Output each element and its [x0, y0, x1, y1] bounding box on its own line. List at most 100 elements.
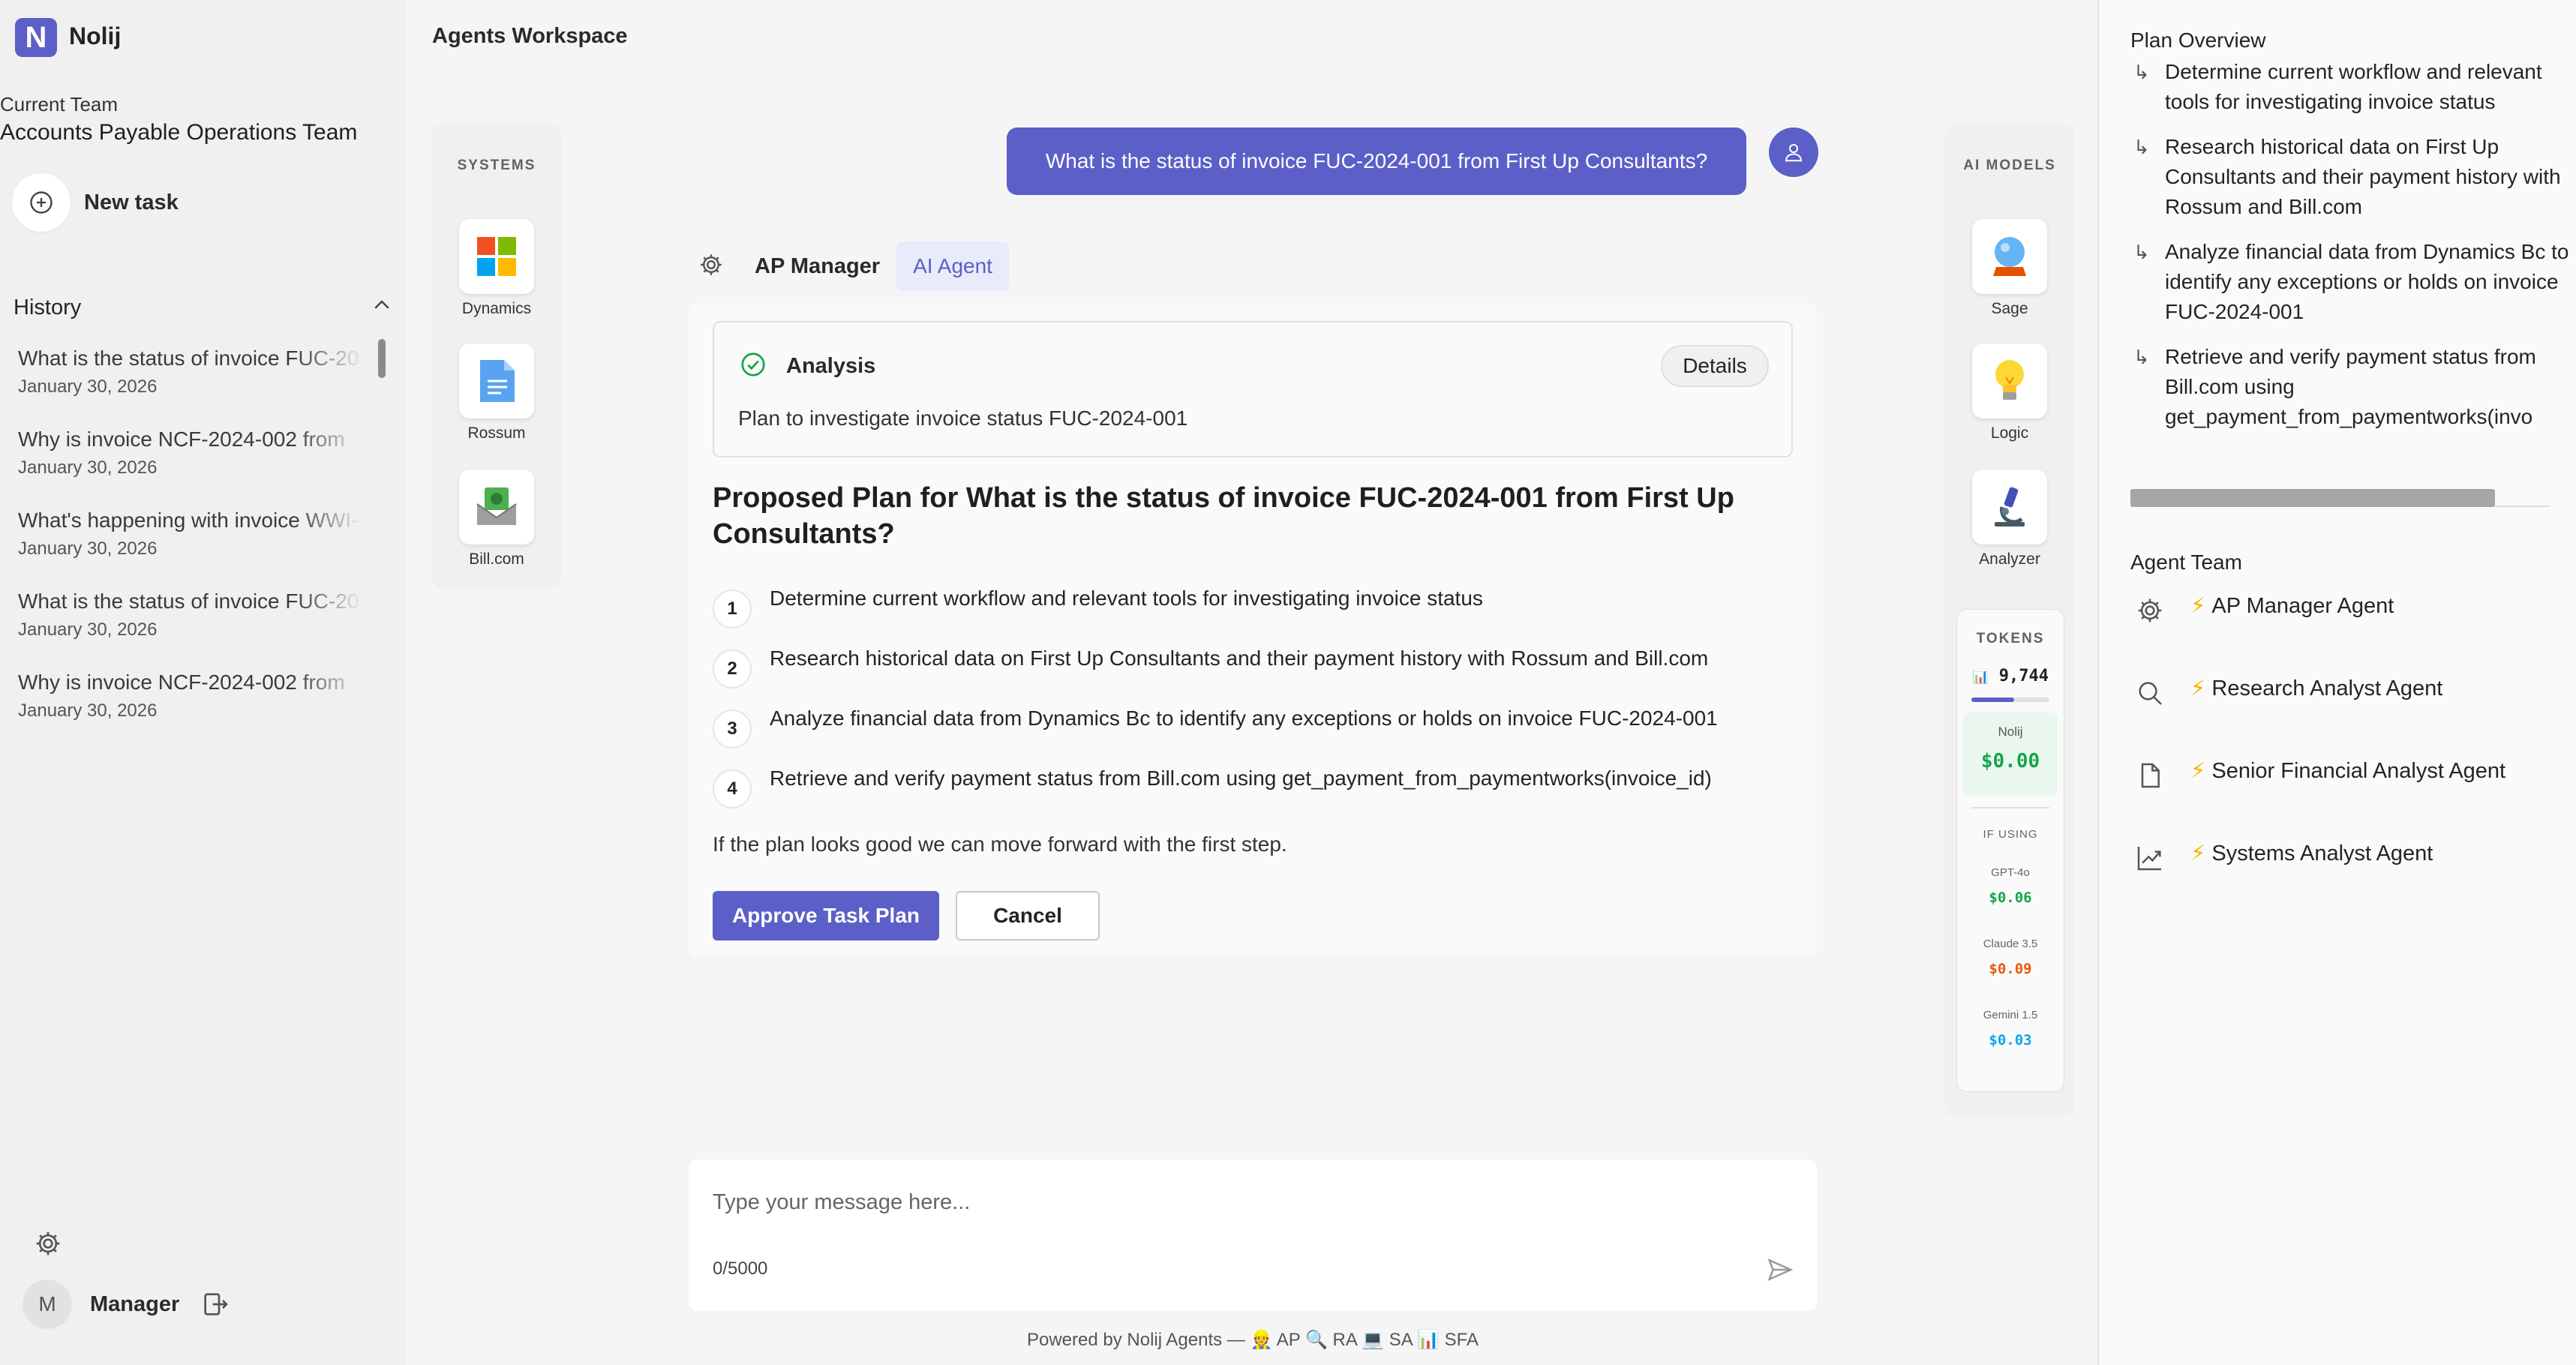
add-circle-icon[interactable]: [12, 173, 71, 232]
plan-overview-list: ↳ Determine current workflow and relevan…: [2130, 57, 2576, 447]
alt-model-cost: $0.09: [1989, 961, 2032, 977]
lightning-icon: ⚡: [2190, 594, 2206, 618]
plan-overview-text: Retrieve and verify payment status from …: [2165, 345, 2536, 428]
plan-overview-text: Analyze financial data from Dynamics Bc …: [2165, 240, 2569, 323]
history-item[interactable]: Why is invoice NCF-2024-002 from January…: [0, 428, 371, 508]
avatar[interactable]: M: [23, 1280, 72, 1329]
system-rossum[interactable]: Rossum: [459, 344, 534, 442]
alt-model-cost: $0.06: [1989, 890, 2032, 906]
return-arrow-icon: ↳: [2133, 61, 2150, 83]
crystal-ball-icon: [1972, 219, 2047, 294]
new-task-button[interactable]: New task: [12, 172, 179, 232]
nolij-cost-box: Nolij $0.00: [1963, 712, 2058, 796]
history-scrollbar[interactable]: [378, 339, 386, 378]
chevron-up-icon[interactable]: [369, 294, 395, 316]
systems-panel: SYSTEMS Dynamics Rossum Bill.com: [432, 124, 561, 588]
agent-name: Senior Financial Analyst Agent: [2211, 759, 2506, 783]
plan-overview-item[interactable]: ↳ Research historical data on First Up C…: [2130, 132, 2576, 222]
agent-team-member[interactable]: ⚡ Senior Financial Analyst Agent: [2135, 750, 2570, 832]
step-text: Determine current workflow and relevant …: [770, 586, 1483, 610]
alt-model-name: Gemini 1.5: [1983, 1009, 2038, 1022]
details-button[interactable]: Details: [1661, 345, 1769, 387]
page-title: Agents Workspace: [432, 24, 628, 48]
ai-agent-badge: AI Agent: [896, 242, 1009, 291]
alt-model-name: GPT-4o: [1991, 866, 2030, 879]
tokens-caption: TOKENS: [1976, 631, 2045, 646]
alt-model-name: Claude 3.5: [1983, 938, 2038, 950]
alt-model-claude: Claude 3.5 $0.09: [1957, 938, 2064, 977]
analysis-text: Plan to investigate invoice status FUC-2…: [738, 406, 1188, 430]
history-item[interactable]: What is the status of invoice FUC-2024-0…: [0, 346, 371, 428]
system-dynamics[interactable]: Dynamics: [459, 219, 534, 318]
agent-team-member[interactable]: ⚡ Research Analyst Agent: [2135, 668, 2570, 750]
user-name: Manager: [90, 1292, 180, 1316]
step-number: 4: [713, 770, 752, 808]
step-text: Analyze financial data from Dynamics Bc …: [770, 706, 1718, 730]
agent-team-member[interactable]: ⚡ AP Manager Agent: [2135, 585, 2570, 668]
system-billcom[interactable]: Bill.com: [459, 470, 534, 568]
plan-overview-item[interactable]: ↳ Retrieve and verify payment status fro…: [2130, 342, 2576, 432]
history-date: January 30, 2026: [18, 620, 158, 640]
plan-heading: Proposed Plan for What is the status of …: [713, 482, 1734, 550]
system-label: Rossum: [467, 424, 526, 442]
agent-team-list: ⚡ AP Manager Agent ⚡ Research Analyst Agen…: [2135, 585, 2570, 915]
return-arrow-icon: ↳: [2133, 241, 2150, 263]
money-envelope-icon: [459, 470, 534, 544]
plan-step: 2 Research historical data on First Up C…: [713, 644, 1808, 704]
history-item[interactable]: What is the status of invoice FUC-2024-0…: [0, 590, 371, 670]
message-input[interactable]: [713, 1185, 1688, 1220]
tokens-progress: [1971, 698, 2049, 702]
settings-gear-icon[interactable]: [33, 1228, 63, 1258]
nolij-label: Nolij: [1998, 724, 2023, 739]
history-item[interactable]: What's happening with invoice WWI- Janua…: [0, 508, 371, 590]
step-text: Retrieve and verify payment status from …: [770, 766, 1712, 790]
plan-overview-item[interactable]: ↳ Determine current workflow and relevan…: [2130, 57, 2576, 117]
search-icon: [2135, 678, 2165, 708]
analysis-box: [713, 321, 1793, 458]
cancel-button[interactable]: Cancel: [956, 891, 1100, 940]
logout-icon[interactable]: [200, 1289, 230, 1319]
tokens-progress-fill: [1971, 698, 2015, 702]
send-icon[interactable]: [1766, 1256, 1794, 1284]
check-circle-icon: [740, 351, 767, 378]
history-question: What is the status of invoice FUC-2024-0…: [18, 590, 363, 613]
return-arrow-icon: ↳: [2133, 346, 2150, 368]
alt-model-cost: $0.03: [1989, 1032, 2032, 1048]
lightbulb-icon: [1972, 344, 2047, 418]
user-avatar-icon[interactable]: [1769, 128, 1818, 177]
message-composer: [689, 1160, 1817, 1311]
step-number: 2: [713, 650, 752, 688]
tokens-card: TOKENS 📊 9,744 Nolij $0.00 IF USING GPT-…: [1956, 609, 2064, 1092]
history-item[interactable]: Why is invoice NCF-2024-002 from January…: [0, 670, 371, 752]
history-question: Why is invoice NCF-2024-002 from: [18, 428, 345, 451]
agent-team-member[interactable]: ⚡ Systems Analyst Agent: [2135, 832, 2570, 915]
logo-letter: N: [25, 20, 47, 54]
plan-overview-scrollbar[interactable]: [2130, 489, 2495, 507]
microscope-icon: [1972, 470, 2047, 544]
model-sage[interactable]: Sage: [1972, 219, 2047, 318]
plan-footer-text: If the plan looks good we can move forwa…: [713, 832, 1287, 856]
history-question: What is the status of invoice FUC-2024-0…: [18, 346, 363, 370]
plan-step: 1 Determine current workflow and relevan…: [713, 584, 1808, 644]
plan-overview-item[interactable]: ↳ Analyze financial data from Dynamics B…: [2130, 237, 2576, 327]
plan-overview-text: Research historical data on First Up Con…: [2165, 135, 2561, 218]
lightning-icon: ⚡: [2190, 842, 2206, 866]
avatar-initial: M: [38, 1292, 56, 1316]
nolij-cost: $0.00: [1980, 750, 2040, 772]
lightning-icon: ⚡: [2190, 759, 2206, 783]
model-analyzer[interactable]: Analyzer: [1972, 470, 2047, 568]
powered-by-footer: Powered by Nolij Agents — 👷 AP 🔍 RA 💻 SA…: [1026, 1330, 1479, 1350]
alt-model-gemini: Gemini 1.5 $0.03: [1957, 1009, 2064, 1048]
history-date: January 30, 2026: [18, 458, 158, 478]
ai-models-caption: AI MODELS: [1963, 158, 2056, 173]
approve-task-plan-button[interactable]: Approve Task Plan: [713, 891, 939, 940]
system-label: Dynamics: [461, 300, 532, 317]
system-label: Bill.com: [469, 550, 524, 568]
model-logic[interactable]: Logic: [1972, 344, 2047, 442]
agent-gear-icon: [698, 251, 725, 282]
current-team-name[interactable]: Accounts Payable Operations Team: [0, 120, 357, 146]
agent-sender-row: AP Manager AI Agent: [698, 242, 1009, 291]
analysis-title: Analysis: [786, 354, 876, 378]
history-title: History: [14, 296, 82, 320]
model-label: Sage: [1991, 300, 2028, 317]
